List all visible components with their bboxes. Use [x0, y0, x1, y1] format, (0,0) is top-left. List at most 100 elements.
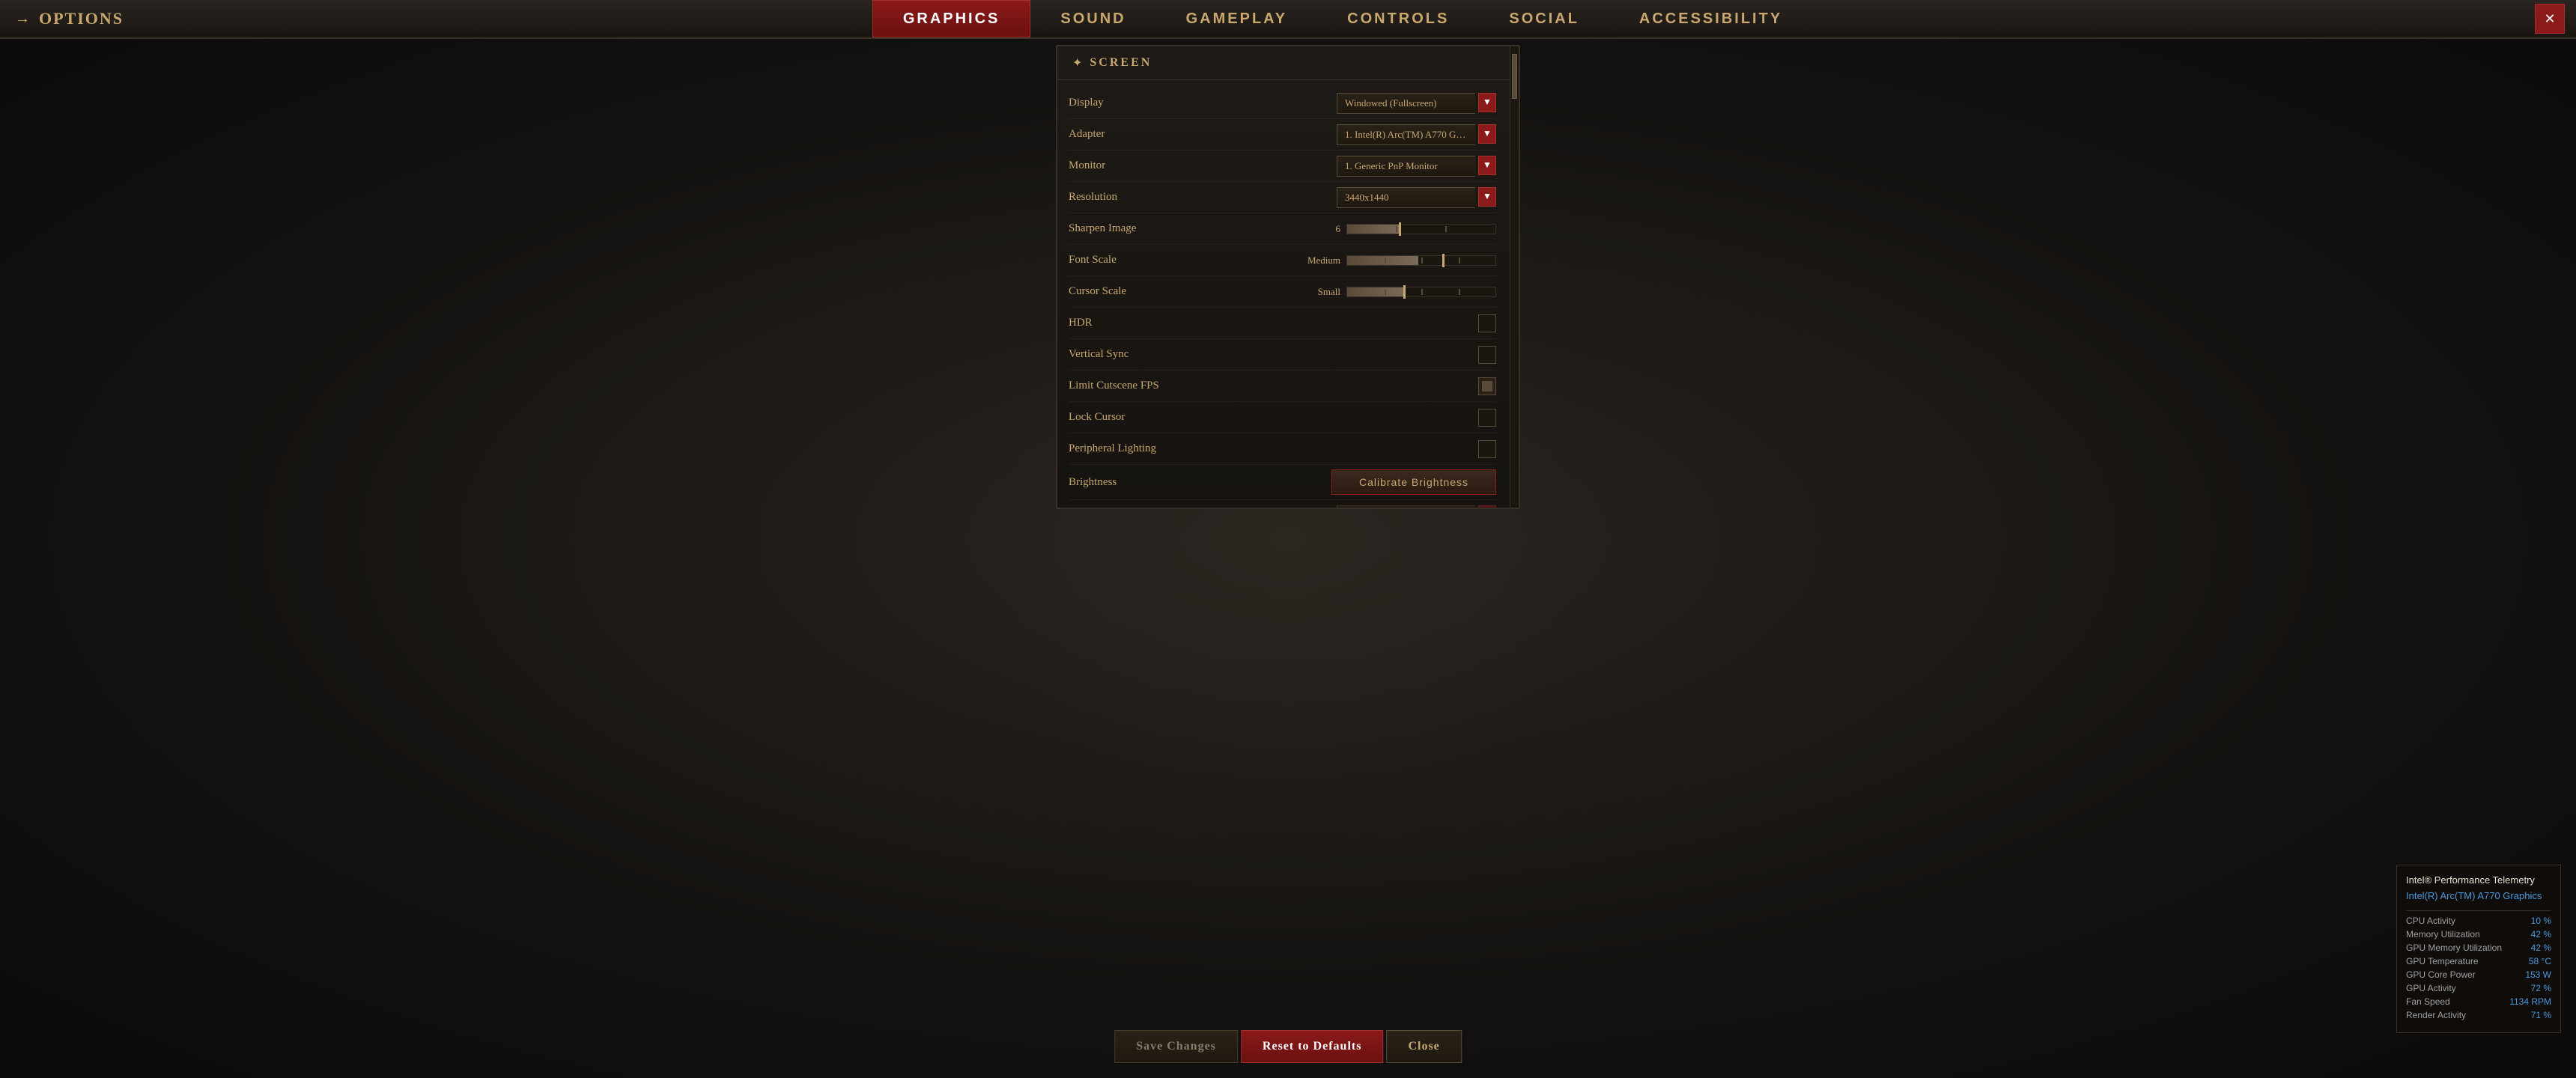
topbar: → OPTIONS GRAPHICS SOUND GAMEPLAY CONTRO… [0, 0, 2576, 39]
monitor-dropdown-arrow[interactable]: ▼ [1478, 156, 1496, 175]
telemetry-gpu-power-value: 153 W [2525, 969, 2551, 980]
setting-row-color-blind: Color Blind Filter Off ▼ [1069, 500, 1496, 508]
vsync-control [1218, 346, 1496, 364]
resolution-dropdown[interactable]: 3440x1440 ▼ [1337, 187, 1496, 208]
adapter-control: 1. Intel(R) Arc(TM) A770 Graphi… ▼ [1218, 124, 1496, 145]
hdr-label: HDR [1069, 317, 1218, 329]
monitor-label: Monitor [1069, 159, 1218, 172]
display-label: Display [1069, 97, 1218, 109]
sharpen-notch [1396, 226, 1397, 232]
setting-row-monitor: Monitor 1. Generic PnP Monitor ▼ [1069, 150, 1496, 182]
tab-social[interactable]: SOCIAL [1479, 0, 1609, 37]
display-value: Windowed (Fullscreen) [1337, 93, 1475, 114]
font-scale-slider[interactable] [1346, 255, 1496, 266]
telemetry-row-render: Render Activity 71 % [2406, 1010, 2551, 1020]
tab-graphics[interactable]: GRAPHICS [872, 0, 1031, 37]
calibrate-brightness-button[interactable]: Calibrate Brightness [1331, 469, 1496, 495]
monitor-dropdown[interactable]: 1. Generic PnP Monitor ▼ [1337, 156, 1496, 177]
settings-panel: ✦ SCREEN Display Windowed (Fullscreen) ▼… [1056, 45, 1520, 509]
adapter-dropdown-arrow[interactable]: ▼ [1478, 124, 1496, 144]
monitor-control: 1. Generic PnP Monitor ▼ [1218, 156, 1496, 177]
cursor-scale-slider-wrapper: Small [1318, 286, 1496, 298]
telemetry-panel: Intel® Performance Telemetry Intel(R) Ar… [2396, 865, 2561, 1033]
brightness-control: Calibrate Brightness [1218, 469, 1496, 495]
setting-row-font-scale: Font Scale Medium [1069, 245, 1496, 276]
resolution-value: 3440x1440 [1337, 187, 1475, 208]
vsync-label: Vertical Sync [1069, 348, 1218, 361]
telemetry-memory-label: Memory Utilization [2406, 929, 2480, 940]
telemetry-row-gpu-power: GPU Core Power 153 W [2406, 969, 2551, 980]
telemetry-row-gpu-memory: GPU Memory Utilization 42 % [2406, 943, 2551, 953]
telemetry-gpu-memory-value: 42 % [2531, 943, 2551, 953]
options-arrow-icon: → [15, 10, 31, 28]
sharpen-slider[interactable] [1346, 224, 1496, 234]
lock-cursor-label: Lock Cursor [1069, 411, 1218, 424]
setting-row-cursor-scale: Cursor Scale Small [1069, 276, 1496, 308]
telemetry-cpu-label: CPU Activity [2406, 916, 2455, 926]
telemetry-title: Intel® Performance Telemetry [2406, 874, 2551, 886]
setting-row-peripheral: Peripheral Lighting [1069, 433, 1496, 465]
telemetry-gpu-name: Intel(R) Arc(TM) A770 Graphics [2406, 890, 2551, 901]
color-blind-arrow[interactable]: ▼ [1478, 505, 1496, 508]
tab-sound[interactable]: SOUND [1030, 0, 1155, 37]
setting-row-display: Display Windowed (Fullscreen) ▼ [1069, 88, 1496, 119]
telemetry-row-cpu: CPU Activity 10 % [2406, 916, 2551, 926]
color-blind-dropdown[interactable]: Off ▼ [1337, 505, 1496, 508]
setting-row-limit-fps: Limit Cutscene FPS [1069, 371, 1496, 402]
tab-accessibility[interactable]: ACCESSIBILITY [1609, 0, 1812, 37]
checkbox-inner-checked [1482, 381, 1492, 392]
tab-gameplay[interactable]: GAMEPLAY [1156, 0, 1318, 37]
limit-fps-checkbox[interactable] [1478, 377, 1496, 395]
telemetry-memory-value: 42 % [2531, 929, 2551, 940]
setting-row-vsync: Vertical Sync [1069, 339, 1496, 371]
hdr-checkbox[interactable] [1478, 314, 1496, 332]
display-dropdown[interactable]: Windowed (Fullscreen) ▼ [1337, 93, 1496, 114]
display-control: Windowed (Fullscreen) ▼ [1218, 93, 1496, 114]
reset-defaults-button[interactable]: Reset to Defaults [1241, 1030, 1384, 1063]
setting-row-sharpen: Sharpen Image 6 [1069, 213, 1496, 245]
peripheral-label: Peripheral Lighting [1069, 442, 1218, 455]
telemetry-gpu-memory-label: GPU Memory Utilization [2406, 943, 2502, 953]
window-close-button[interactable]: ✕ [2535, 4, 2565, 34]
vsync-checkbox[interactable] [1478, 346, 1496, 364]
limit-fps-control [1218, 377, 1496, 395]
tab-controls[interactable]: CONTROLS [1317, 0, 1479, 37]
setting-row-hdr: HDR [1069, 308, 1496, 339]
display-dropdown-arrow[interactable]: ▼ [1478, 93, 1496, 112]
cursor-scale-slider[interactable] [1346, 287, 1496, 297]
panel-header: ✦ SCREEN [1057, 46, 1519, 80]
sharpen-slider-wrapper: 6 [1318, 223, 1496, 235]
font-scale-slider-wrapper: Medium [1307, 255, 1496, 267]
cursor-scale-notch1 [1385, 289, 1386, 295]
resolution-control: 3440x1440 ▼ [1218, 187, 1496, 208]
hdr-control [1218, 314, 1496, 332]
font-scale-notch1 [1385, 258, 1386, 264]
sharpen-label: Sharpen Image [1069, 222, 1218, 235]
telemetry-render-label: Render Activity [2406, 1010, 2466, 1020]
font-scale-label: Font Scale [1069, 254, 1218, 267]
telemetry-row-fan: Fan Speed 1134 RPM [2406, 996, 2551, 1007]
setting-row-adapter: Adapter 1. Intel(R) Arc(TM) A770 Graphi…… [1069, 119, 1496, 150]
lock-cursor-checkbox[interactable] [1478, 409, 1496, 427]
resolution-dropdown-arrow[interactable]: ▼ [1478, 187, 1496, 207]
font-scale-notch2 [1421, 258, 1423, 264]
cursor-scale-value: Small [1318, 286, 1340, 298]
telemetry-gpu-activity-value: 72 % [2531, 983, 2551, 993]
brightness-label: Brightness [1069, 476, 1218, 489]
telemetry-divider [2406, 910, 2551, 911]
cursor-scale-label: Cursor Scale [1069, 285, 1218, 298]
font-scale-notch3 [1459, 258, 1460, 264]
telemetry-row-gpu-temp: GPU Temperature 58 °C [2406, 956, 2551, 966]
telemetry-gpu-activity-label: GPU Activity [2406, 983, 2456, 993]
adapter-dropdown[interactable]: 1. Intel(R) Arc(TM) A770 Graphi… ▼ [1337, 124, 1496, 145]
peripheral-checkbox[interactable] [1478, 440, 1496, 458]
section-title: SCREEN [1090, 56, 1152, 70]
panel-content: Display Windowed (Fullscreen) ▼ Adapter … [1057, 80, 1519, 508]
font-scale-control: Medium [1218, 255, 1496, 267]
peripheral-control [1218, 440, 1496, 458]
sharpen-thumb [1399, 222, 1401, 236]
save-changes-button[interactable]: Save Changes [1114, 1030, 1238, 1063]
limit-fps-label: Limit Cutscene FPS [1069, 380, 1218, 392]
close-button[interactable]: Close [1386, 1030, 1461, 1063]
telemetry-cpu-value: 10 % [2531, 916, 2551, 926]
